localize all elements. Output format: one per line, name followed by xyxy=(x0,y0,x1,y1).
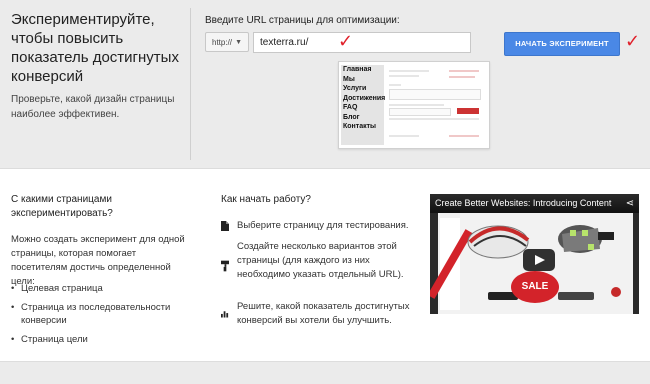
which-pages-heading: С какими страницами экспериментировать? xyxy=(11,194,113,219)
preview-placeholder-line xyxy=(389,118,479,120)
which-pages-intro: Можно создать эксперимент для одной стра… xyxy=(11,234,185,287)
intro-video-player[interactable]: Create Better Websites: Introducing Cont… xyxy=(430,194,639,314)
preview-placeholder-line xyxy=(449,135,479,137)
page-types-list: • Целевая страница • Страница из последова… xyxy=(11,282,196,352)
list-item: • Страница цели xyxy=(11,334,88,345)
preview-nav-item: Услуги xyxy=(343,85,367,92)
sale-badge: SALE xyxy=(511,271,559,303)
preview-placeholder-line xyxy=(389,75,419,77)
hero-title: Экспериментируйте, чтобы повысить показа… xyxy=(11,11,179,85)
step-text: Решите, какой показатель достигнутых кон… xyxy=(237,301,410,326)
page-preview-thumbnail: Главная Мы Услуги Достижения FAQ Блог Ко… xyxy=(338,61,490,149)
vertical-divider xyxy=(190,8,191,160)
preview-nav-item: FAQ xyxy=(343,104,358,111)
how-to-start-heading: Как начать работу? xyxy=(221,194,311,205)
share-icon[interactable]: ⋖ xyxy=(626,198,634,209)
preview-input-box xyxy=(389,89,481,100)
step-text: Создайте несколько вариантов этой страни… xyxy=(237,241,404,280)
list-item: • Страница из последовательности конверси… xyxy=(11,302,171,326)
preview-input-box xyxy=(389,108,451,116)
preview-placeholder-line xyxy=(389,84,401,86)
play-icon[interactable] xyxy=(523,249,555,271)
preview-nav-item: Блог xyxy=(343,113,360,121)
chevron-down-icon: ▼ xyxy=(235,39,242,46)
protocol-select[interactable]: http:// ▼ xyxy=(205,32,249,52)
checkmark-annotation: ✓ xyxy=(625,31,641,52)
list-item-label: Страница из последовательности конверсии xyxy=(21,302,171,326)
video-title: Create Better Websites: Introducing Cont… xyxy=(435,198,612,208)
preview-placeholder-line xyxy=(389,104,444,106)
list-item-label: Целевая страница xyxy=(21,283,103,294)
preview-nav-item: Достижения xyxy=(343,94,386,102)
start-experiment-button[interactable]: НАЧАТЬ ЭКСПЕРИМЕНТ xyxy=(504,32,620,56)
url-field-label: Введите URL страницы для оптимизации: xyxy=(205,15,400,26)
preview-submit-box xyxy=(457,108,479,114)
preview-placeholder-line xyxy=(449,70,479,72)
step-item: Выберите страницу для тестирования. xyxy=(221,219,411,235)
bar-chart-icon xyxy=(221,311,229,318)
list-item-label: Страница цели xyxy=(21,334,88,345)
preview-nav-item: Мы xyxy=(343,75,355,83)
url-input[interactable] xyxy=(253,32,471,53)
protocol-value: http:// xyxy=(212,38,233,47)
preview-placeholder-line xyxy=(389,70,429,72)
step-item: Решите, какой показатель достигнутых кон… xyxy=(221,300,411,330)
preview-nav-item: Контакты xyxy=(343,123,377,130)
paint-roller-icon xyxy=(221,260,229,272)
preview-nav: Главная Мы Услуги Достижения FAQ Блог Ко… xyxy=(341,65,386,145)
checkmark-annotation: ✓ xyxy=(338,31,354,52)
hero-subtitle: Проверьте, какой дизайн страницы наиболе… xyxy=(11,94,175,120)
footer-band xyxy=(0,361,650,384)
list-item: • Целевая страница xyxy=(11,283,103,294)
step-item: Создайте несколько вариантов этой страни… xyxy=(221,240,411,298)
step-text: Выберите страницу для тестирования. xyxy=(237,220,409,231)
preview-nav-item: Главная xyxy=(343,66,372,73)
document-icon xyxy=(221,221,229,231)
preview-placeholder-line xyxy=(389,135,419,137)
video-title-bar: Create Better Websites: Introducing Cont… xyxy=(430,194,639,213)
preview-placeholder-line xyxy=(449,76,475,78)
